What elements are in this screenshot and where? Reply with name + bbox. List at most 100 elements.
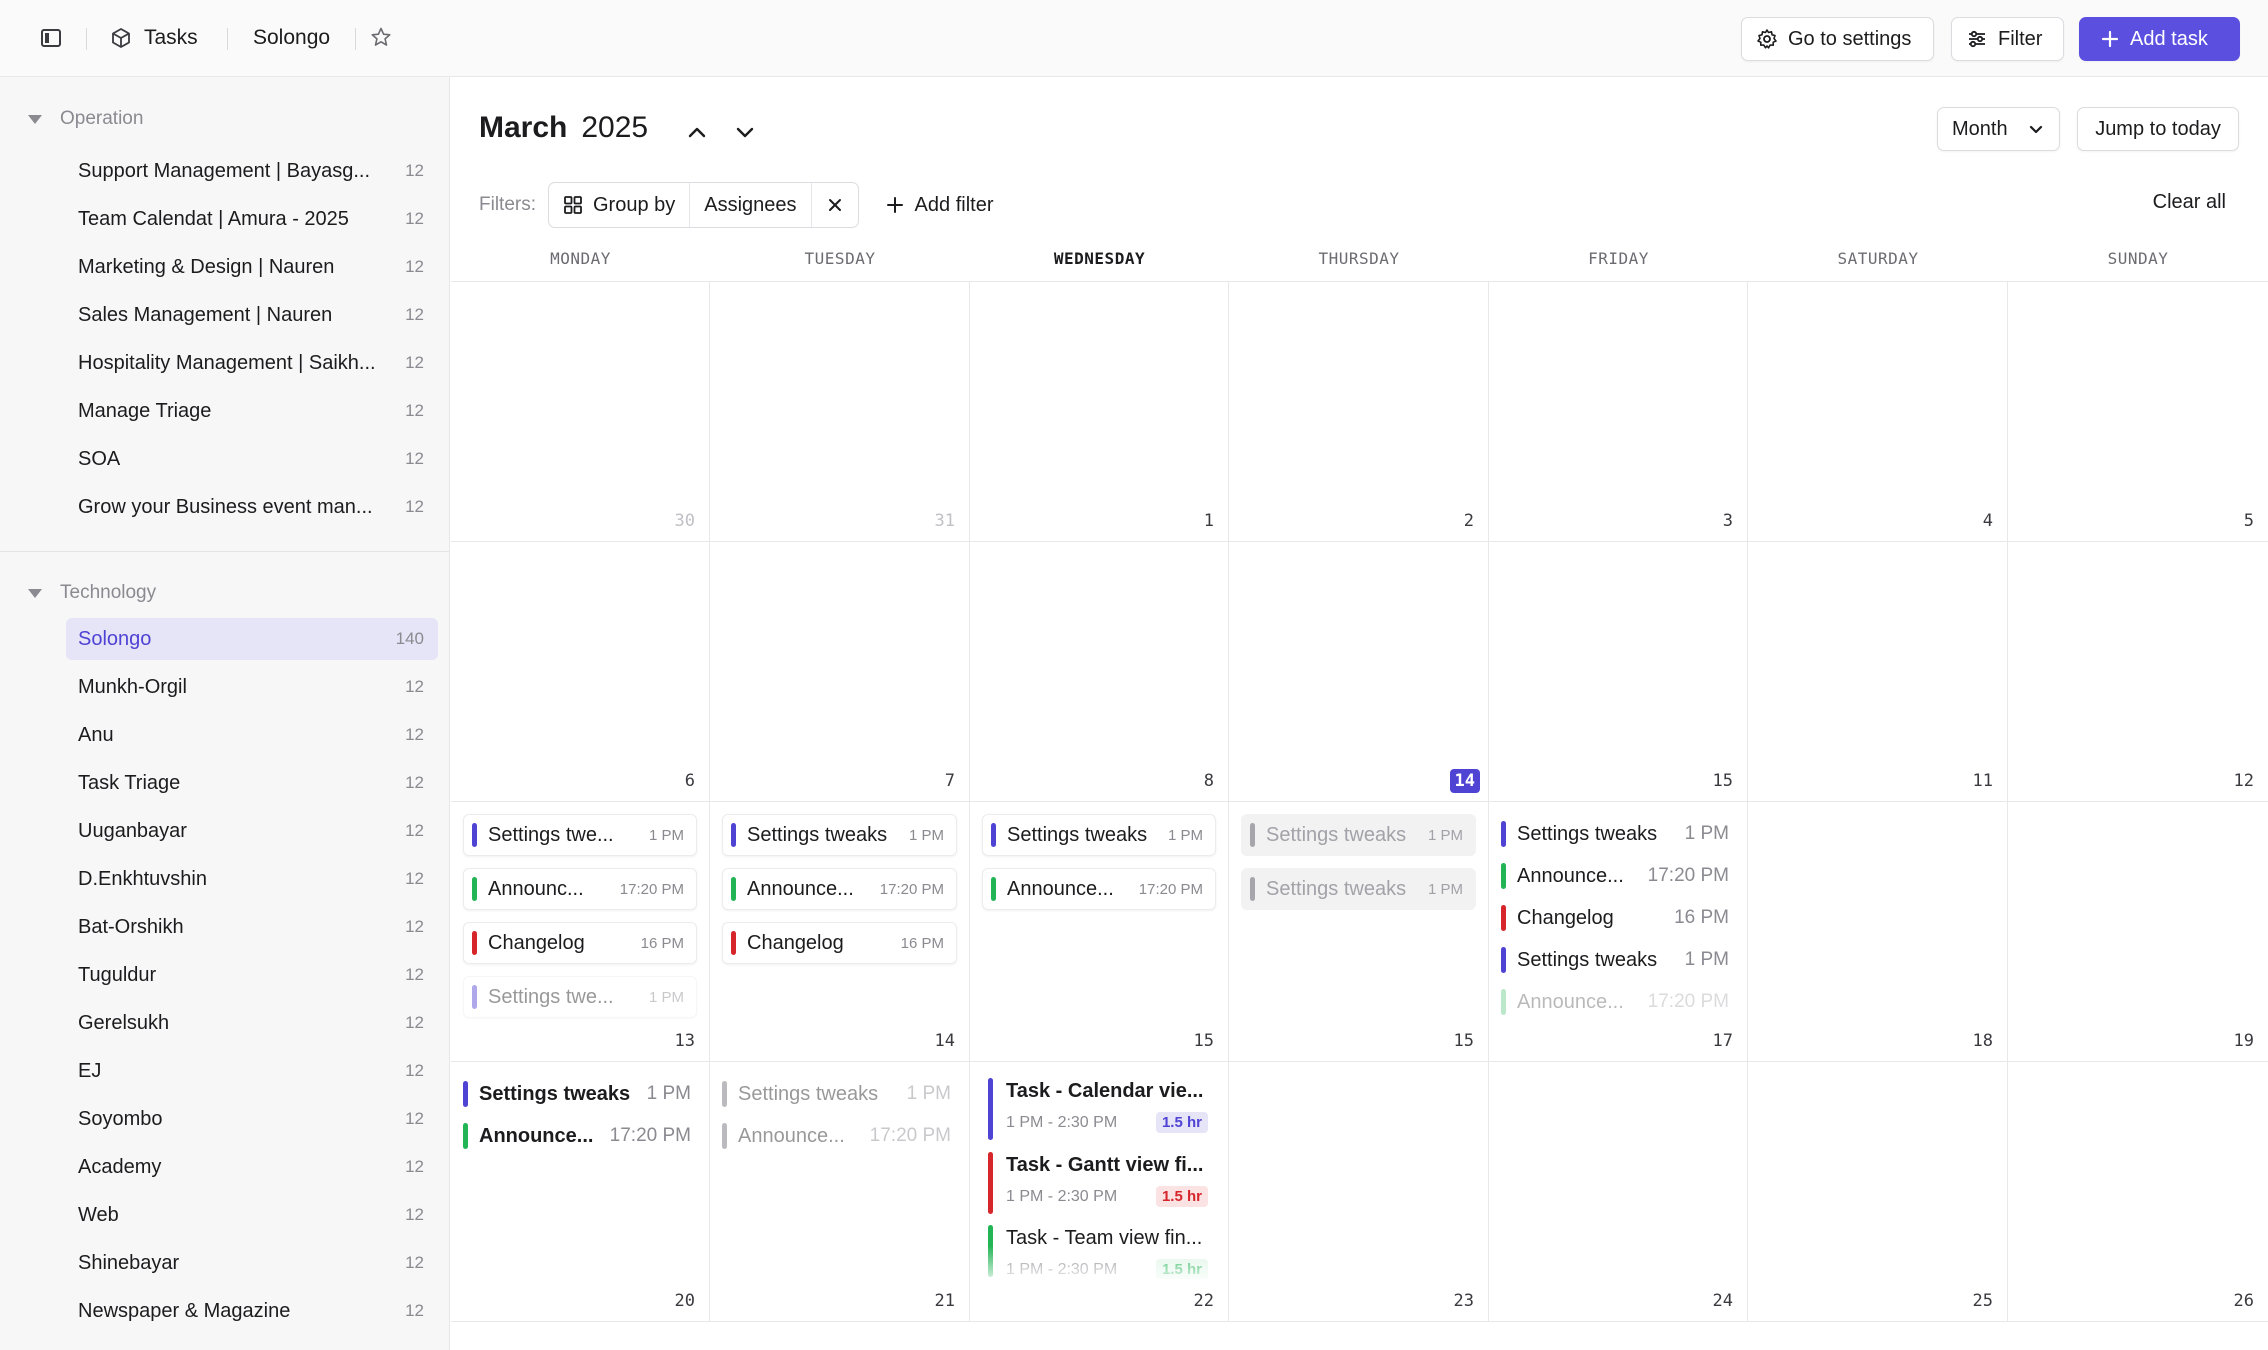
day-cell[interactable]: 4	[1748, 282, 2008, 542]
go-to-settings-button[interactable]: Go to settings	[1741, 17, 1934, 61]
day-cell[interactable]: 19	[2008, 802, 2268, 1062]
sidebar-item-solongo[interactable]: Solongo 140	[66, 618, 438, 660]
day-cell[interactable]: 12	[2008, 542, 2268, 802]
sidebar-item[interactable]: Tuguldur 12	[66, 954, 438, 996]
event-card[interactable]: Changelog 16 PM	[722, 922, 957, 964]
day-cell[interactable]: Settings twe... 1 PM Announc... 17:20 PM C…	[451, 802, 710, 1062]
sidebar-item[interactable]: Hospitality Management | Saikh... 12	[66, 342, 438, 384]
month-name: March	[479, 111, 568, 144]
group-by-value[interactable]: Assignees	[704, 194, 796, 217]
day-cell[interactable]: 1	[970, 282, 1229, 542]
sidebar-item[interactable]: Manage Triage 12	[66, 390, 438, 432]
event-time: 17:20 PM	[1138, 880, 1203, 898]
sidebar-item[interactable]: Newspaper & Magazine 12	[66, 1290, 438, 1332]
event-item[interactable]: Announce... 17:20 PM	[457, 1120, 703, 1152]
day-cell[interactable]: Settings tweaks 1 PM Announce... 17:20 PM …	[710, 1062, 970, 1322]
day-cell[interactable]: Settings tweaks 1 PM Announce... 17:20 PM …	[1489, 802, 1748, 1062]
day-cell[interactable]: 23	[1229, 1062, 1489, 1322]
clear-all-button[interactable]: Clear all	[2153, 191, 2226, 214]
day-cell[interactable]: 30	[451, 282, 710, 542]
sidebar-item[interactable]: Team Calendat | Amura - 2025 12	[66, 198, 438, 240]
event-item[interactable]: Changelog 16 PM	[1495, 902, 1741, 934]
day-cell[interactable]: Settings tweaks 1 PM Settings tweaks 1 PM …	[1229, 802, 1489, 1062]
chevron-up-icon[interactable]	[682, 117, 712, 147]
day-cell[interactable]: 6	[451, 542, 710, 802]
event-card[interactable]: Settings tweaks 1 PM	[982, 814, 1216, 856]
event-card-muted[interactable]: Settings tweaks 1 PM	[1241, 868, 1476, 910]
event-card[interactable]: Announc... 17:20 PM	[463, 868, 697, 910]
day-cell[interactable]: Settings tweaks 1 PM Announce... 17:20 PM …	[970, 802, 1229, 1062]
sidebar-item[interactable]: Web 12	[66, 1194, 438, 1236]
add-task-button[interactable]: Add task	[2079, 17, 2240, 61]
day-cell[interactable]: 3	[1489, 282, 1748, 542]
filter-button[interactable]: Filter	[1951, 17, 2064, 61]
group-by-chip[interactable]: Group by Assignees	[548, 182, 859, 228]
timed-event[interactable]: Task - Team view fin... 1 PM - 2:30 PM 1…	[982, 1223, 1216, 1280]
event-card-muted[interactable]: Settings tweaks 1 PM	[1241, 814, 1476, 856]
day-cell[interactable]: 25	[1748, 1062, 2008, 1322]
sidebar-item-count: 12	[405, 725, 424, 744]
sidebar-item[interactable]: Soyombo 12	[66, 1098, 438, 1140]
jump-to-today-button[interactable]: Jump to today	[2077, 107, 2239, 151]
day-cell[interactable]: 7	[710, 542, 970, 802]
sidebar-item[interactable]: Support Management | Bayasg... 12	[66, 150, 438, 192]
event-card[interactable]: Announce... 17:20 PM	[982, 868, 1216, 910]
sidebar-item[interactable]: Munkh-Orgil 12	[66, 666, 438, 708]
timed-event[interactable]: Task - Calendar vie... 1 PM - 2:30 PM 1.…	[982, 1076, 1216, 1142]
sidebar-item[interactable]: Shinebayar 12	[66, 1242, 438, 1284]
event-item-muted[interactable]: Settings tweaks 1 PM	[716, 1078, 963, 1110]
add-filter-button[interactable]: Add filter	[885, 194, 993, 217]
event-time-range: 1 PM - 2:30 PM	[1006, 1114, 1118, 1131]
event-time-range: 1 PM - 2:30 PM	[1006, 1261, 1118, 1278]
event-item-muted[interactable]: Announce... 17:20 PM	[716, 1120, 963, 1152]
chevron-down-icon[interactable]	[730, 117, 760, 147]
event-card[interactable]: Announce... 17:20 PM	[722, 868, 957, 910]
day-cell[interactable]: Settings tweaks 1 PM Announce... 17:20 PM …	[451, 1062, 710, 1322]
day-cell[interactable]: Task - Calendar vie... 1 PM - 2:30 PM 1.…	[970, 1062, 1229, 1322]
day-cell[interactable]: 15	[1489, 542, 1748, 802]
sidebar-item[interactable]: Anu 12	[66, 714, 438, 756]
day-cell[interactable]: 5	[2008, 282, 2268, 542]
sidebar-item[interactable]: Bat-Orshikh 12	[66, 906, 438, 948]
sidebar-item[interactable]: Task Triage 12	[66, 762, 438, 804]
sidebar-item[interactable]: Sales Management | Nauren 12	[66, 294, 438, 336]
event-item[interactable]: Settings tweaks 1 PM	[457, 1078, 703, 1110]
close-icon[interactable]	[826, 196, 844, 214]
event-card[interactable]: Settings tweaks 1 PM	[722, 814, 957, 856]
day-cell[interactable]: 8	[970, 542, 1229, 802]
sidebar-item[interactable]: D.Enkhtuvshin 12	[66, 858, 438, 900]
sidebar-item[interactable]: SOA 12	[66, 438, 438, 480]
sidebar-item[interactable]: EJ 12	[66, 1050, 438, 1092]
day-cell[interactable]: 26	[2008, 1062, 2268, 1322]
sidebar-toggle-icon[interactable]	[40, 27, 62, 49]
day-cell[interactable]: 18	[1748, 802, 2008, 1062]
event-item[interactable]: Settings tweaks 1 PM	[1495, 944, 1741, 976]
sidebar-item-count: 12	[405, 353, 424, 372]
event-card[interactable]: Changelog 16 PM	[463, 922, 697, 964]
day-cell-today[interactable]: 14	[1229, 542, 1489, 802]
sidebar-item[interactable]: Marketing & Design | Nauren 12	[66, 246, 438, 288]
day-cell[interactable]: Settings tweaks 1 PM Announce... 17:20 PM …	[710, 802, 970, 1062]
timed-event[interactable]: Task - Gantt view fi... 1 PM - 2:30 PM 1…	[982, 1150, 1216, 1216]
event-card[interactable]: Settings twe... 1 PM	[463, 976, 697, 1018]
sidebar-item[interactable]: Academy 12	[66, 1146, 438, 1188]
event-item[interactable]: Settings tweaks 1 PM	[1495, 818, 1741, 850]
day-cell[interactable]: 2	[1229, 282, 1489, 542]
sidebar-item[interactable]: Gerelsukh 12	[66, 1002, 438, 1044]
sidebar-item[interactable]: Uuganbayar 12	[66, 810, 438, 852]
event-item[interactable]: Announce... 17:20 PM	[1495, 986, 1741, 1018]
star-icon[interactable]	[370, 26, 392, 48]
sidebar-item[interactable]: Grow your Business event man... 12	[66, 486, 438, 528]
day-cell[interactable]: 11	[1748, 542, 2008, 802]
sidebar-item-label: EJ	[78, 1059, 102, 1082]
sidebar-item-label: Team Calendat | Amura - 2025	[78, 207, 349, 230]
day-cell[interactable]: 24	[1489, 1062, 1748, 1322]
event-card[interactable]: Settings twe... 1 PM	[463, 814, 697, 856]
group-name: Operation	[60, 108, 144, 129]
breadcrumb-tasks[interactable]: Tasks	[110, 26, 198, 50]
event-item[interactable]: Announce... 17:20 PM	[1495, 860, 1741, 892]
breadcrumb-current[interactable]: Solongo	[253, 26, 330, 50]
view-select[interactable]: Month	[1937, 107, 2060, 151]
day-number: 19	[2233, 1031, 2254, 1051]
day-cell[interactable]: 31	[710, 282, 970, 542]
